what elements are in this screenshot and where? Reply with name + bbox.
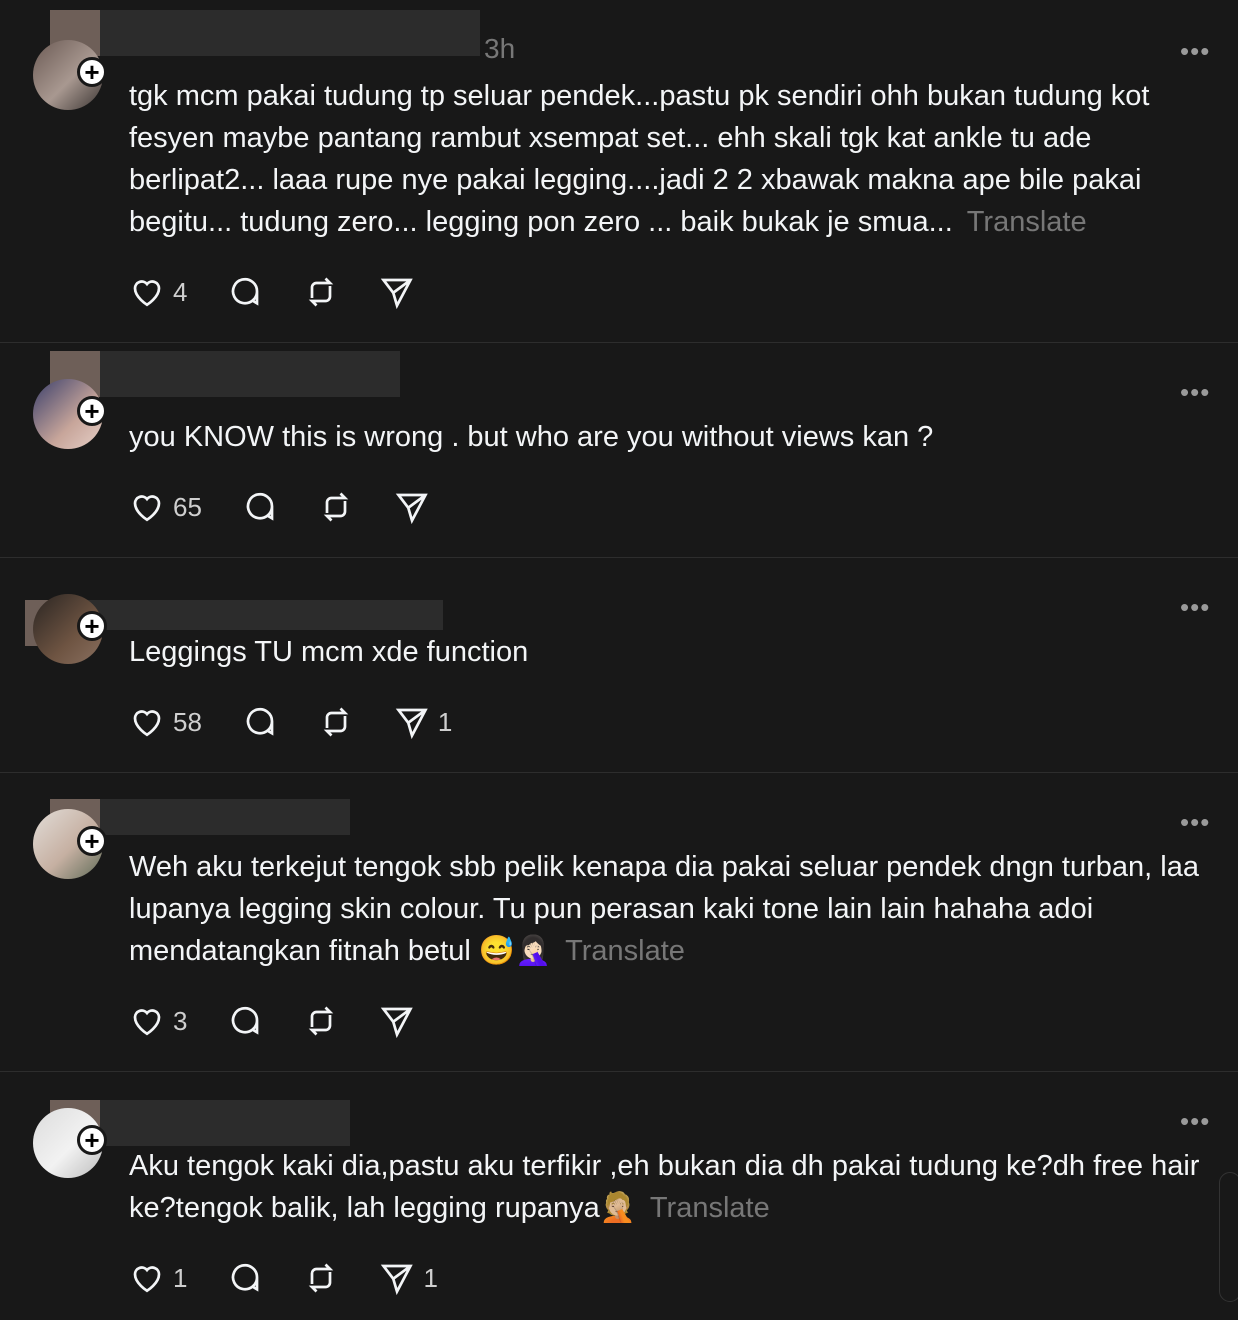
comment-button[interactable] — [227, 1260, 263, 1296]
avatar[interactable]: + — [33, 594, 107, 664]
repost-icon — [323, 492, 349, 522]
follow-plus-icon[interactable]: + — [77, 396, 107, 426]
share-count: 1 — [423, 1262, 438, 1293]
heart-icon — [133, 710, 161, 737]
repost-icon — [309, 1263, 334, 1293]
heart-icon — [133, 495, 161, 522]
comment-icon — [232, 1263, 259, 1292]
share-button[interactable] — [379, 1003, 415, 1039]
action-bar: 3 — [129, 1001, 455, 1041]
translate-link[interactable]: Translate — [650, 1192, 770, 1224]
share-icon — [381, 278, 414, 310]
share-button[interactable]: 1 — [394, 704, 452, 740]
repost-icon — [323, 707, 349, 737]
like-count: 58 — [173, 706, 202, 737]
action-bar: 1 1 — [129, 1258, 478, 1298]
like-count: 3 — [173, 1005, 188, 1036]
post-text: Leggings TU mcm xde function — [129, 636, 529, 668]
comment-icon — [246, 492, 274, 521]
post-time: 3h — [484, 33, 516, 64]
heart-icon — [133, 1009, 161, 1036]
more-options-icon[interactable]: ••• — [1180, 36, 1210, 67]
repost-button[interactable] — [303, 1260, 339, 1296]
comment-button[interactable] — [242, 489, 278, 525]
post-text: Aku tengok kaki dia,pastu aku terfikir ,… — [129, 1150, 1200, 1224]
like-count: 4 — [173, 276, 188, 307]
share-count: 1 — [437, 706, 453, 737]
like-button[interactable]: 58 — [129, 704, 202, 740]
follow-plus-icon[interactable]: + — [77, 57, 107, 87]
repost-button[interactable] — [303, 1003, 339, 1039]
translate-link[interactable]: Translate — [967, 206, 1087, 238]
comment-button[interactable] — [227, 1003, 263, 1039]
scrollbar[interactable] — [1219, 1172, 1238, 1302]
repost-button[interactable] — [303, 274, 339, 310]
share-button[interactable] — [379, 274, 415, 310]
avatar[interactable]: + — [33, 40, 107, 110]
avatar[interactable]: + — [33, 809, 107, 879]
share-icon — [381, 1264, 414, 1296]
more-options-icon[interactable]: ••• — [1180, 592, 1210, 623]
share-button[interactable] — [394, 489, 430, 525]
repost-icon — [309, 1006, 334, 1036]
share-button[interactable]: 1 — [379, 1260, 438, 1296]
follow-plus-icon[interactable]: + — [77, 826, 107, 856]
share-icon — [395, 493, 428, 525]
avatar[interactable]: + — [33, 1108, 107, 1178]
comment-icon — [232, 1006, 259, 1035]
comment-button[interactable] — [227, 274, 263, 310]
share-icon — [395, 708, 428, 740]
like-button[interactable]: 1 — [129, 1260, 187, 1296]
translate-link[interactable]: Translate — [565, 935, 685, 967]
post-1: 3h ••• + tgk mcm pakai tudung tp seluar … — [0, 0, 1238, 342]
like-button[interactable]: 4 — [129, 274, 187, 310]
follow-plus-icon[interactable]: + — [77, 611, 107, 641]
like-button[interactable]: 65 — [129, 489, 202, 525]
more-options-icon[interactable]: ••• — [1180, 1106, 1210, 1137]
avatar[interactable]: + — [33, 379, 107, 449]
post-text: Weh aku terkejut tengok sbb pelik kenapa… — [129, 851, 1199, 967]
heart-icon — [133, 280, 161, 307]
repost-button[interactable] — [318, 489, 354, 525]
share-icon — [381, 1007, 414, 1039]
post-5: ••• + Aku tengok kaki dia,pastu aku terf… — [0, 1072, 1238, 1320]
like-button[interactable]: 3 — [129, 1003, 187, 1039]
post-3: ••• + Leggings TU mcm xde function 58 1 — [0, 558, 1238, 772]
username-blurred[interactable] — [50, 10, 480, 56]
repost-button[interactable] — [318, 704, 354, 740]
repost-icon — [309, 277, 334, 307]
action-bar: 65 — [129, 487, 470, 527]
post-text: you KNOW this is wrong . but who are you… — [129, 421, 934, 453]
more-options-icon[interactable]: ••• — [1180, 807, 1210, 838]
comment-icon — [232, 277, 259, 306]
action-bar: 58 1 — [129, 702, 492, 742]
comment-icon — [246, 707, 274, 736]
post-text: tgk mcm pakai tudung tp seluar pendek...… — [129, 80, 1150, 238]
comment-button[interactable] — [242, 704, 278, 740]
more-options-icon[interactable]: ••• — [1180, 377, 1210, 408]
heart-icon — [133, 1266, 161, 1293]
follow-plus-icon[interactable]: + — [77, 1125, 107, 1155]
action-bar: 4 — [129, 272, 455, 312]
post-2: ••• + you KNOW this is wrong . but who a… — [0, 343, 1238, 557]
like-count: 1 — [173, 1262, 188, 1293]
post-4: ••• + Weh aku terkejut tengok sbb pelik … — [0, 773, 1238, 1071]
like-count: 65 — [173, 491, 202, 522]
